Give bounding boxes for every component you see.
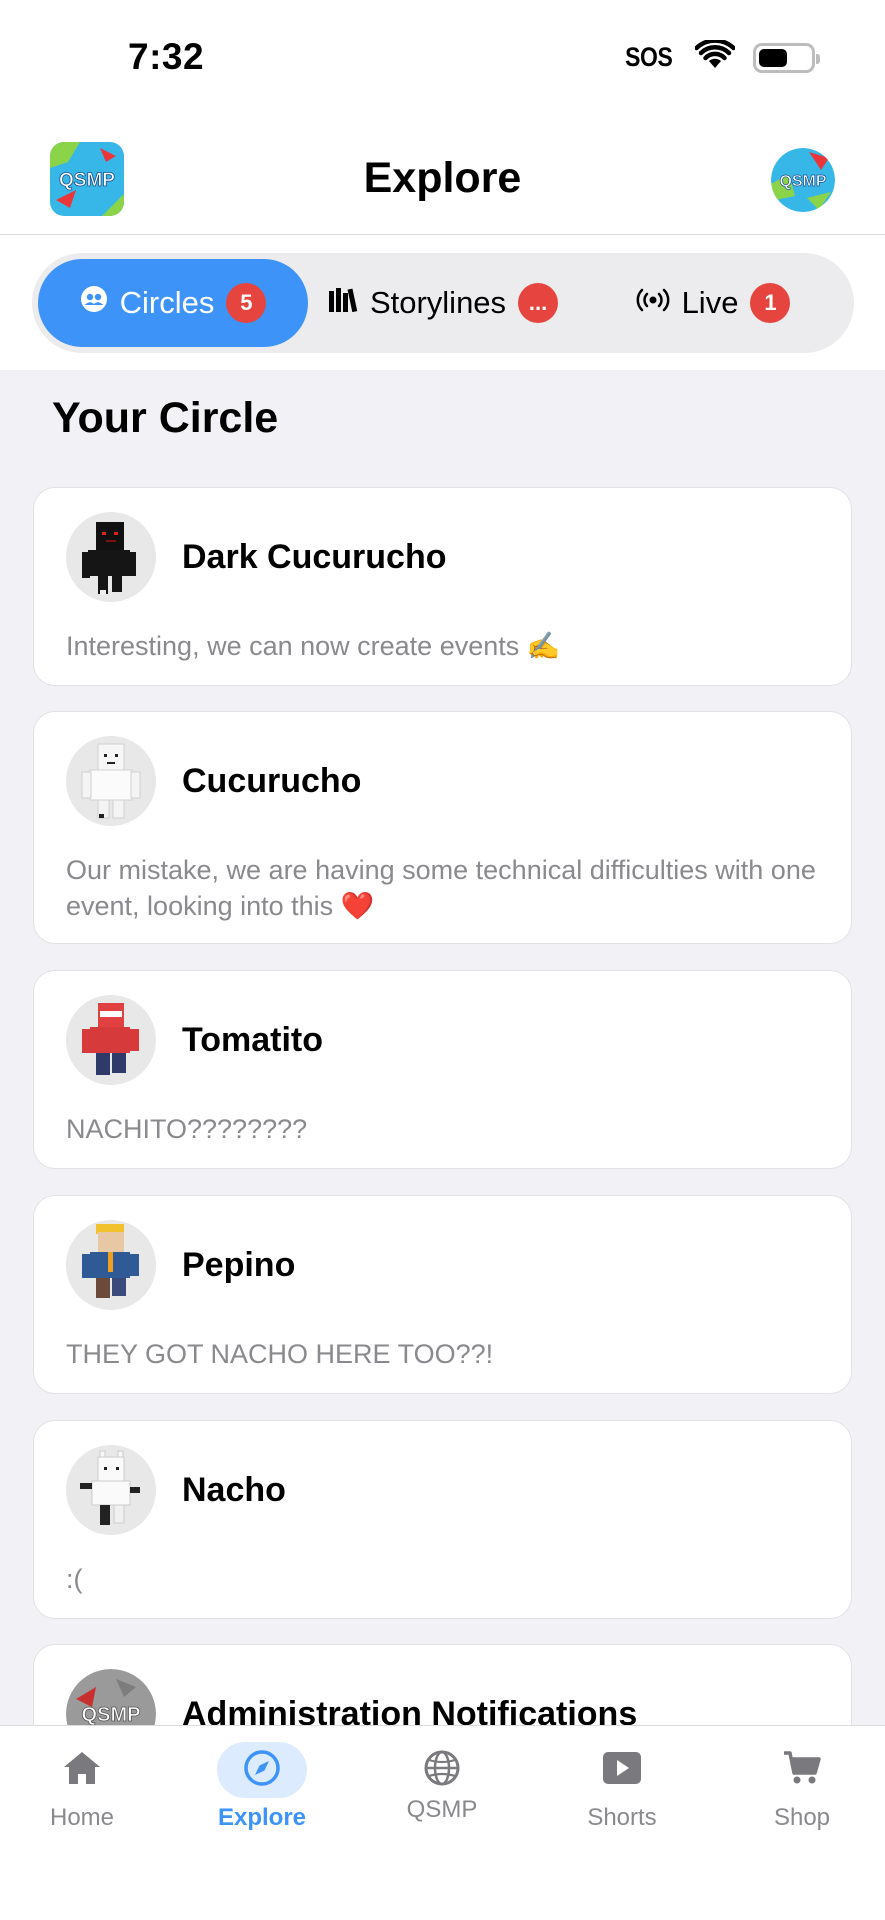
- card-message: :(: [66, 1564, 83, 1594]
- status-bar: 7:32 SOS: [0, 0, 885, 120]
- tab-storylines-label: Storylines: [369, 285, 507, 320]
- avatar-tomatito: [66, 995, 156, 1085]
- top-header: QSMP Explore QSMP: [0, 120, 885, 235]
- segment-bar: Circles 5 Storylines ... Live 1: [0, 235, 885, 370]
- circle-card[interactable]: Pepino THEY GOT NACHO HERE TOO??!: [33, 1195, 852, 1394]
- avatar-admin-notifications: QSMP: [66, 1669, 156, 1725]
- card-name: Pepino: [182, 1246, 296, 1284]
- card-name: Cucurucho: [182, 762, 362, 800]
- play-icon: [602, 1751, 642, 1790]
- tab-qsmp[interactable]: QSMP: [372, 1742, 512, 1852]
- tab-circles[interactable]: Circles 5: [38, 259, 308, 347]
- wifi-icon: [694, 38, 736, 75]
- card-name: Nacho: [182, 1471, 286, 1509]
- card-message: Our mistake, we are having some technica…: [66, 855, 816, 921]
- tab-storylines[interactable]: Storylines ...: [308, 259, 578, 347]
- tab-shorts-label: Shorts: [587, 1804, 657, 1831]
- status-time: 7:32: [128, 36, 205, 77]
- profile-avatar[interactable]: QSMP: [771, 148, 835, 212]
- battery-icon: [753, 42, 820, 73]
- circle-card[interactable]: QSMP Administration Notifications: [33, 1644, 852, 1725]
- tab-live[interactable]: Live 1: [578, 259, 848, 347]
- battery-fill: [759, 48, 787, 67]
- svg-text:QSMP: QSMP: [779, 173, 826, 190]
- tab-shop-label: Shop: [773, 1804, 831, 1831]
- live-count-badge: 1: [750, 283, 791, 323]
- books-icon: [328, 285, 358, 321]
- tab-home-label: Home: [49, 1804, 115, 1831]
- compass-icon: [243, 1749, 281, 1792]
- card-name: Dark Cucurucho: [182, 538, 447, 576]
- segmented-control: Circles 5 Storylines ... Live 1: [32, 253, 854, 353]
- tab-explore-label: Explore: [217, 1804, 307, 1831]
- page-title: Explore: [363, 154, 522, 202]
- bottom-tab-bar: Home Explore QSMP Shorts Shop: [0, 1725, 885, 1920]
- section-title: Your Circle: [52, 394, 279, 442]
- avatar-nacho: [66, 1445, 156, 1535]
- people-icon: [80, 285, 108, 321]
- card-name: Tomatito: [182, 1021, 324, 1059]
- sos-indicator: SOS: [625, 42, 674, 72]
- house-icon: [62, 1750, 102, 1791]
- cart-icon: [782, 1750, 822, 1791]
- tab-live-label: Live: [681, 285, 739, 320]
- circle-card[interactable]: Tomatito NACHITO????????: [33, 970, 852, 1169]
- circle-card[interactable]: Nacho :(: [33, 1420, 852, 1619]
- avatar-pepino: [66, 1220, 156, 1310]
- card-message: Interesting, we can now create events ✍️: [66, 631, 561, 661]
- circle-card[interactable]: Dark Cucurucho Interesting, we can now c…: [33, 487, 852, 686]
- tab-home[interactable]: Home: [12, 1742, 152, 1852]
- circle-card[interactable]: Cucurucho Our mistake, we are having som…: [33, 711, 852, 944]
- card-message: THEY GOT NACHO HERE TOO??!: [66, 1339, 494, 1369]
- avatar-dark-cucurucho: [66, 512, 156, 602]
- card-name: Administration Notifications: [182, 1695, 638, 1725]
- globe-icon: [423, 1749, 461, 1792]
- tab-circles-label: Circles: [119, 285, 215, 320]
- tab-qsmp-label: QSMP: [406, 1796, 478, 1823]
- avatar-cucurucho: [66, 736, 156, 826]
- svg-text:QSMP: QSMP: [82, 1704, 141, 1725]
- circles-count-badge: 5: [226, 283, 267, 323]
- card-message: NACHITO????????: [66, 1114, 308, 1144]
- tab-shop[interactable]: Shop: [732, 1742, 872, 1852]
- storylines-badge: ...: [518, 283, 559, 323]
- status-indicators: SOS: [621, 38, 820, 75]
- tab-explore[interactable]: Explore: [192, 1742, 332, 1852]
- circle-feed: Your Circle Dark Cucurucho Interesting, …: [0, 370, 885, 1725]
- broadcast-icon: [636, 285, 670, 321]
- tab-shorts[interactable]: Shorts: [552, 1742, 692, 1852]
